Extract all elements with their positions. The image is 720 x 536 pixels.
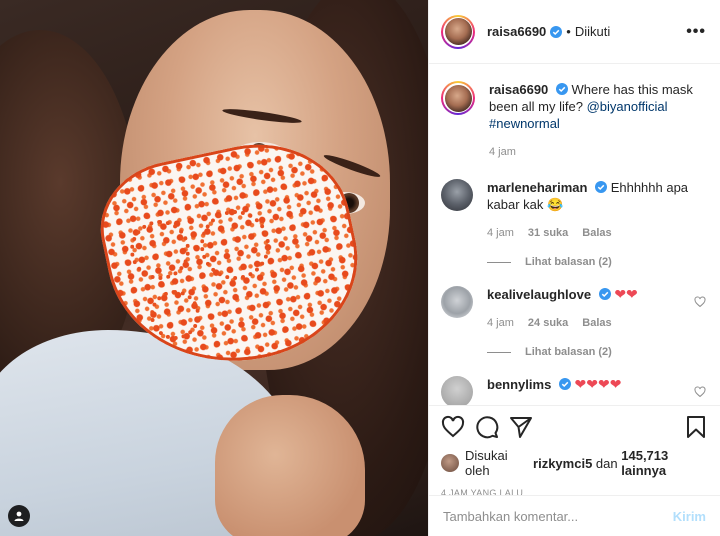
like-comment-heart-icon[interactable] — [694, 386, 706, 398]
like-heart-icon[interactable] — [441, 415, 465, 439]
comment-item: marlenehariman Ehhhhhh apa kabar kak 😂 4… — [441, 179, 706, 242]
caption-username[interactable]: raisa6690 — [489, 82, 548, 97]
avatar[interactable] — [441, 376, 473, 405]
comment-item: kealivelaughlove ❤❤ 4 jam 24 suka Balas — [441, 286, 706, 332]
verified-icon — [550, 25, 563, 38]
comment-text: ❤❤ — [614, 286, 638, 302]
comment-likes[interactable]: 24 suka — [528, 315, 568, 332]
comment-username[interactable]: kealivelaughlove — [487, 287, 591, 302]
comment-likes[interactable]: 31 suka — [528, 225, 568, 242]
photo-hand — [215, 395, 365, 536]
post-panel: raisa6690 • Diikuti ••• raisa6690 Where — [428, 0, 720, 536]
share-paper-plane-icon[interactable] — [509, 415, 533, 439]
likes-prefix: Disukai oleh — [465, 448, 508, 478]
comment-text: ❤❤❤❤ — [574, 376, 622, 392]
likes-count[interactable]: 145,713 lainnya — [621, 448, 708, 478]
post-header: raisa6690 • Diikuti ••• — [429, 0, 720, 64]
replies-divider — [487, 351, 511, 353]
liker-username[interactable]: rizkymci5 — [533, 456, 592, 471]
verified-icon — [595, 181, 608, 193]
liker-avatar[interactable] — [441, 454, 459, 472]
view-replies-label: Lihat balasan (2) — [525, 256, 612, 268]
comment-username[interactable]: marlenehariman — [487, 180, 587, 195]
caption: raisa6690 Where has this mask been all m… — [441, 81, 706, 161]
comment-time[interactable]: 4 jam — [487, 315, 514, 332]
photo-mask-pattern — [150, 290, 200, 340]
view-replies-label: Lihat balasan (2) — [525, 346, 612, 358]
replies-divider — [487, 261, 511, 263]
user-tag-icon — [14, 511, 24, 521]
avatar[interactable] — [441, 286, 473, 318]
caption-hashtag-link[interactable]: #newnormal — [489, 116, 560, 131]
caption-mention-link[interactable]: @biyanofficial — [587, 99, 668, 114]
reply-button[interactable]: Balas — [582, 315, 611, 332]
caption-avatar-ring[interactable] — [441, 81, 475, 115]
follow-status-button[interactable]: Diikuti — [575, 24, 610, 39]
post-comment-button[interactable]: Kirim — [673, 509, 706, 524]
add-comment-bar: Kirim — [429, 495, 720, 536]
verified-icon — [555, 83, 568, 95]
comments-list[interactable]: raisa6690 Where has this mask been all m… — [429, 65, 720, 405]
separator-dot: • — [566, 24, 571, 39]
view-replies-button[interactable]: Lihat balasan (2) — [487, 346, 706, 358]
caption-time[interactable]: 4 jam — [489, 144, 516, 161]
add-comment-input[interactable] — [443, 508, 673, 524]
photo-mask-pattern — [200, 210, 270, 280]
comment-item: bennylims ❤❤❤❤ — [441, 376, 706, 405]
reply-button[interactable]: Balas — [582, 225, 611, 242]
story-ring[interactable] — [441, 14, 475, 49]
like-comment-heart-icon[interactable] — [694, 296, 706, 308]
avatar[interactable] — [444, 84, 472, 112]
comment-bubble-icon[interactable] — [475, 415, 499, 439]
comment-username[interactable]: bennylims — [487, 377, 551, 392]
save-bookmark-icon[interactable] — [684, 415, 708, 439]
avatar[interactable] — [444, 18, 472, 45]
header-username[interactable]: raisa6690 — [487, 24, 546, 39]
verified-icon — [558, 378, 571, 390]
likes-summary: Disukai oleh rizkymci5 dan 145,713 lainn… — [441, 448, 708, 478]
likes-conjunction: dan — [595, 455, 618, 471]
post-actions: Disukai oleh rizkymci5 dan 145,713 lainn… — [429, 405, 720, 498]
user-tag-button[interactable] — [8, 505, 30, 527]
more-options-icon[interactable]: ••• — [686, 23, 706, 41]
verified-icon — [598, 288, 611, 300]
view-replies-button[interactable]: Lihat balasan (2) — [487, 256, 706, 268]
comment-time[interactable]: 4 jam — [487, 225, 514, 242]
post-photo[interactable] — [0, 0, 428, 536]
photo-mask-pattern — [130, 220, 190, 280]
avatar[interactable] — [441, 179, 473, 211]
